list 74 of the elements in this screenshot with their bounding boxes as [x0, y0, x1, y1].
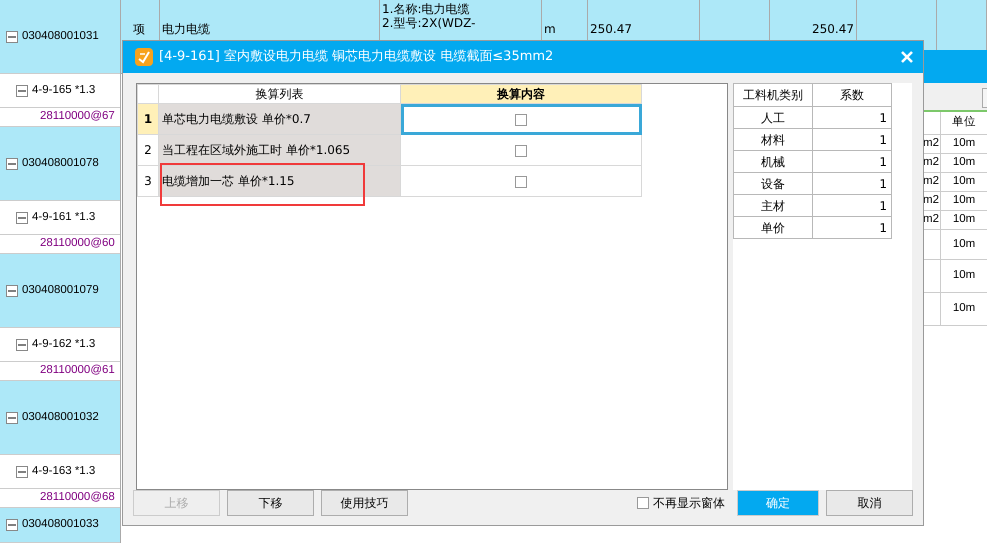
item-code: 030408001032 — [22, 410, 99, 425]
item-code: 030408001079 — [22, 282, 99, 298]
material-code: 28110000@61 — [40, 363, 115, 378]
collapse-icon[interactable] — [16, 466, 28, 478]
name-cell: 电力电缆 — [162, 22, 210, 36]
collapse-icon[interactable] — [6, 30, 18, 42]
table-cell[interactable]: 单芯电力电缆敷设 单价*0.7 — [158, 104, 400, 134]
quota-code: 4-9-161 *1.3 — [32, 210, 96, 225]
table-cell-text: 10m — [952, 193, 976, 208]
table-cell[interactable]: 当工程在区域外施工时 单价*1.065 — [158, 134, 400, 166]
material-code: 28110000@67 — [40, 109, 115, 124]
table-cell: 材料 — [734, 128, 812, 150]
table-cell: 1 — [812, 150, 892, 172]
table-cell: 1 — [812, 128, 892, 150]
collapse-icon[interactable] — [6, 284, 18, 296]
table-cell[interactable]: 电缆增加一芯 单价*1.15 — [158, 166, 400, 196]
quota-code: 4-9-162 *1.3 — [32, 336, 96, 352]
column-header: 工料机类别 — [734, 84, 812, 106]
table-cell: 机械 — [734, 150, 812, 172]
corner-cell — [138, 84, 158, 104]
column-header: 换算列表 — [158, 84, 400, 104]
dialog-title: [4-9-161] 室内敷设电力电缆 铜芯电力电缆敷设 电缆截面≤35mm2 — [159, 48, 554, 66]
action-button[interactable]: 使用技巧 — [321, 490, 408, 516]
table-cell: 1 — [812, 172, 892, 194]
table-cell: 主材 — [734, 194, 812, 216]
checkbox[interactable] — [515, 114, 527, 126]
collapse-icon[interactable] — [16, 212, 28, 224]
collapse-icon[interactable] — [6, 412, 18, 424]
table-cell-text: m2 — [923, 174, 939, 190]
column-header: 系数 — [812, 84, 892, 106]
table-cell: 设备 — [734, 172, 812, 194]
action-button[interactable]: 下移 — [227, 490, 314, 516]
app-icon — [135, 48, 153, 66]
table-cell-text: 10m — [952, 155, 976, 170]
table-cell-text: m2 — [923, 136, 939, 152]
item-code: 030408001078 — [22, 156, 99, 171]
unit-cell: m — [544, 22, 556, 36]
table-cell-text: 10m — [952, 268, 976, 284]
close-button[interactable] — [899, 49, 915, 65]
table-cell-text: m2 — [923, 212, 939, 228]
collapse-icon[interactable] — [16, 338, 28, 350]
quantity-cell: 250.47 — [590, 22, 632, 36]
collapse-icon[interactable] — [6, 519, 18, 531]
checkbox[interactable] — [515, 176, 527, 188]
table-cell: 单价 — [734, 216, 812, 238]
table-cell: 1 — [812, 106, 892, 128]
material-code: 28110000@60 — [40, 236, 115, 252]
table-cell-text: 10m — [952, 212, 976, 228]
table-cell-text: 10m — [952, 174, 976, 190]
table-cell-text: 10m — [952, 236, 976, 252]
column-header: 换算内容 — [400, 84, 642, 104]
checkbox[interactable] — [515, 144, 527, 157]
item-code: 030408001033 — [22, 517, 99, 532]
description-line: 2.型号:2X(WDZ- — [382, 16, 476, 30]
table-cell-text: 10m — [952, 136, 976, 152]
material-code: 28110000@68 — [40, 490, 115, 506]
description-line: 1.名称:电力电缆 — [382, 2, 470, 16]
amount-cell: 250.47 — [812, 22, 854, 36]
collapse-icon[interactable] — [6, 158, 18, 170]
table-cell-text: m2 — [923, 193, 939, 208]
cancel-button[interactable]: 取消 — [826, 490, 913, 516]
type-cell: 项 — [133, 22, 145, 36]
quota-code: 4-9-163 *1.3 — [32, 464, 96, 479]
item-code: 030408001031 — [22, 28, 99, 44]
table-cell: 1 — [812, 216, 892, 238]
row-number[interactable]: 1 — [138, 104, 158, 134]
table-cell: 1 — [812, 194, 892, 216]
collapse-icon[interactable] — [16, 84, 28, 96]
column-header: 单位 — [952, 114, 976, 130]
quota-code: 4-9-165 *1.3 — [32, 82, 96, 98]
table-cell-text: m2 — [923, 155, 939, 170]
dont-show-checkbox[interactable]: 不再显示窗体 — [637, 494, 725, 512]
table-cell: 人工 — [734, 106, 812, 128]
table-cell-text: 10m — [952, 301, 976, 316]
